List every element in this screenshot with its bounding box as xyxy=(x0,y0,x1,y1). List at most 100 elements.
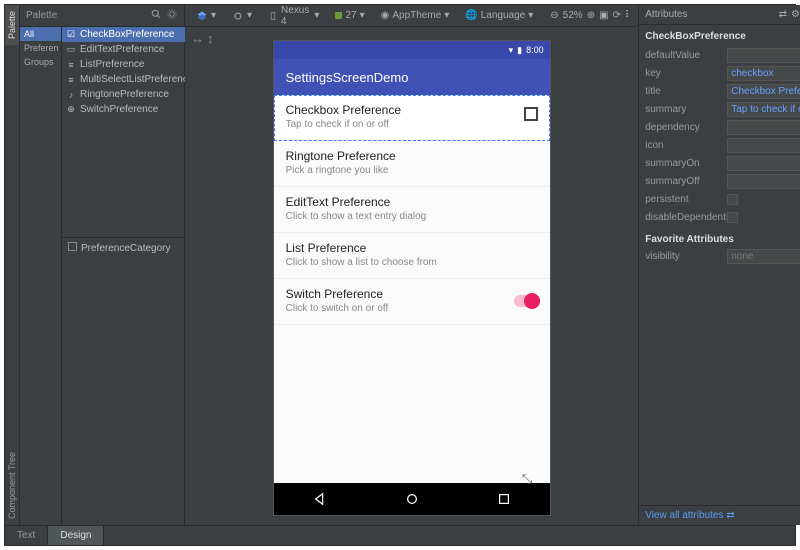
device-select[interactable]: Nexus 4 ▾ xyxy=(263,3,324,29)
palette-item-label: SwitchPreference xyxy=(80,104,158,115)
attr-row: persistent xyxy=(645,190,800,208)
palette-item-list: ☑ CheckBoxPreference ▭ EditTextPreferenc… xyxy=(62,27,197,525)
attr-value[interactable] xyxy=(727,138,800,153)
orientation-select[interactable]: ▾ xyxy=(227,8,257,24)
pref-title: Checkbox Preference xyxy=(286,103,538,117)
attr-key: icon xyxy=(645,140,723,151)
attr-row: summaryOn xyxy=(645,154,800,172)
palette-group-preferences[interactable]: Preferen xyxy=(20,41,61,55)
pref-title: List Preference xyxy=(286,241,538,255)
palette-item-label: EditTextPreference xyxy=(80,44,165,55)
pref-summary: Click to switch on or off xyxy=(286,303,538,314)
zoom-out-button[interactable]: ⊖ xyxy=(550,10,558,21)
theme-label: AppTheme xyxy=(392,10,441,21)
palette-item-ringtone[interactable]: ♪ RingtonePreference xyxy=(62,87,197,102)
pref-title: Ringtone Preference xyxy=(286,149,538,163)
attr-dropdown[interactable]: none▾ xyxy=(727,249,800,264)
rotate-icon xyxy=(232,10,244,22)
attr-value[interactable]: Tap to check if on or off xyxy=(727,102,800,117)
attr-key: key xyxy=(645,68,723,79)
phone-icon xyxy=(268,10,278,22)
switch-widget[interactable] xyxy=(514,295,538,307)
attr-key: visibility xyxy=(645,251,723,262)
palette-item-checkbox[interactable]: ☑ CheckBoxPreference xyxy=(62,27,197,42)
attr-value[interactable] xyxy=(727,48,800,63)
attr-value[interactable]: checkbox xyxy=(727,66,800,81)
attr-checkbox[interactable] xyxy=(727,212,738,223)
attr-row: icon xyxy=(645,136,800,154)
attributes-body: CheckBoxPreference defaultValue key check… xyxy=(639,25,800,269)
gear-icon[interactable]: ⚙ xyxy=(791,9,800,20)
pref-title: EditText Preference xyxy=(286,195,538,209)
api-select[interactable]: 27 ▾ xyxy=(330,8,369,23)
wifi-icon: ▾ xyxy=(509,45,514,56)
palette-item-list[interactable]: ≡ ListPreference xyxy=(62,57,197,72)
refresh-button[interactable]: ⟳ xyxy=(613,10,621,21)
attributes-panel: Attributes ⇄ ⚙ →│ CheckBoxPreference def… xyxy=(638,5,800,525)
battery-icon: ▮ xyxy=(517,45,522,56)
palette-item-category[interactable]: PreferenceCategory xyxy=(62,237,197,258)
attr-row: summaryTap to check if on or off xyxy=(645,100,800,118)
attr-row: titleCheckbox Preference xyxy=(645,82,800,100)
pref-checkbox[interactable]: Checkbox Preference Tap to check if on o… xyxy=(274,95,550,141)
theme-icon: ◉ xyxy=(381,10,390,21)
palette-item-label: RingtonePreference xyxy=(80,89,169,100)
attr-key: summaryOff xyxy=(645,176,723,187)
checkbox-icon: ☑ xyxy=(66,30,76,40)
attr-row: defaultValue xyxy=(645,46,800,64)
pref-switch[interactable]: Switch Preference Click to switch on or … xyxy=(274,279,550,325)
language-select[interactable]: 🌐 Language ▾ xyxy=(460,8,538,23)
side-tab-palette[interactable]: Palette xyxy=(5,5,19,45)
palette-item-multiselect[interactable]: ≡ MultiSelectListPreference xyxy=(62,72,197,87)
nav-recent-icon[interactable] xyxy=(497,492,511,506)
gear-icon[interactable] xyxy=(166,8,178,23)
pref-list[interactable]: List Preference Click to show a list to … xyxy=(274,233,550,279)
palette-group-groups[interactable]: Groups xyxy=(20,55,61,69)
pref-ringtone[interactable]: Ringtone Preference Pick a ringtone you … xyxy=(274,141,550,187)
attr-checkbox[interactable] xyxy=(727,194,738,205)
view-all-attributes-link[interactable]: View all attributes ⇄ xyxy=(645,510,734,521)
language-label: Language xyxy=(481,10,526,21)
pref-summary: Tap to check if on or off xyxy=(286,119,538,130)
theme-select[interactable]: ◉ AppTheme ▾ xyxy=(376,8,455,23)
nav-bar xyxy=(274,483,550,515)
checkbox-widget[interactable] xyxy=(524,107,538,121)
palette-body: All Preferen Groups ☑ CheckBoxPreference… xyxy=(20,27,184,525)
zoom-in-button[interactable]: ⊕ xyxy=(587,10,595,21)
pref-summary: Pick a ringtone you like xyxy=(286,165,538,176)
nav-home-icon[interactable] xyxy=(405,492,419,506)
side-tab-component-tree[interactable]: Component Tree xyxy=(5,446,19,525)
design-surface: ▾ ▾ Nexus 4 ▾ 27 ▾ ◉ AppTheme ▾ xyxy=(185,5,638,525)
tab-text[interactable]: Text xyxy=(5,526,48,545)
expand-icon[interactable]: ⇄ xyxy=(779,9,787,20)
zoom-fit-button[interactable]: ▣ xyxy=(599,10,608,21)
palette-group-all[interactable]: All xyxy=(20,27,61,41)
palette-title: Palette xyxy=(26,10,57,21)
canvas[interactable]: ↔ ↕ ▾ ▮ 8:00 SettingsScreenDemo Checkbox… xyxy=(185,27,638,525)
pref-edittext[interactable]: EditText Preference Click to show a text… xyxy=(274,187,550,233)
attr-value[interactable]: Checkbox Preference xyxy=(727,84,800,99)
surface-select[interactable]: ▾ xyxy=(191,8,221,24)
left-vertical-tabs: Palette Component Tree xyxy=(5,5,20,525)
attr-value[interactable] xyxy=(727,156,800,171)
palette-item-switch[interactable]: ⊕ SwitchPreference xyxy=(62,102,197,117)
category-icon xyxy=(68,242,77,251)
search-icon[interactable] xyxy=(150,8,162,23)
globe-icon: 🌐 xyxy=(465,10,477,21)
attr-key: dependency xyxy=(645,122,723,133)
attr-value[interactable] xyxy=(727,120,800,135)
switch-icon: ⊕ xyxy=(66,105,76,115)
design-toolbar: ▾ ▾ Nexus 4 ▾ 27 ▾ ◉ AppTheme ▾ xyxy=(185,5,638,27)
resize-handle-icon[interactable]: ⤡ xyxy=(522,471,532,487)
overflow-icon[interactable]: ⠇ xyxy=(625,10,632,21)
palette-item-label: PreferenceCategory xyxy=(81,243,171,254)
tab-design[interactable]: Design xyxy=(48,526,104,545)
phone-preview: ▾ ▮ 8:00 SettingsScreenDemo Checkbox Pre… xyxy=(274,41,550,515)
palette-item-edittext[interactable]: ▭ EditTextPreference xyxy=(62,42,197,57)
attr-key: summaryOn xyxy=(645,158,723,169)
zoom-value: 52% xyxy=(563,10,583,21)
attributes-footer: View all attributes ⇄ xyxy=(639,505,800,525)
nav-back-icon[interactable] xyxy=(313,492,327,506)
attr-value[interactable] xyxy=(727,174,800,189)
attributes-component-name: CheckBoxPreference xyxy=(645,29,800,46)
